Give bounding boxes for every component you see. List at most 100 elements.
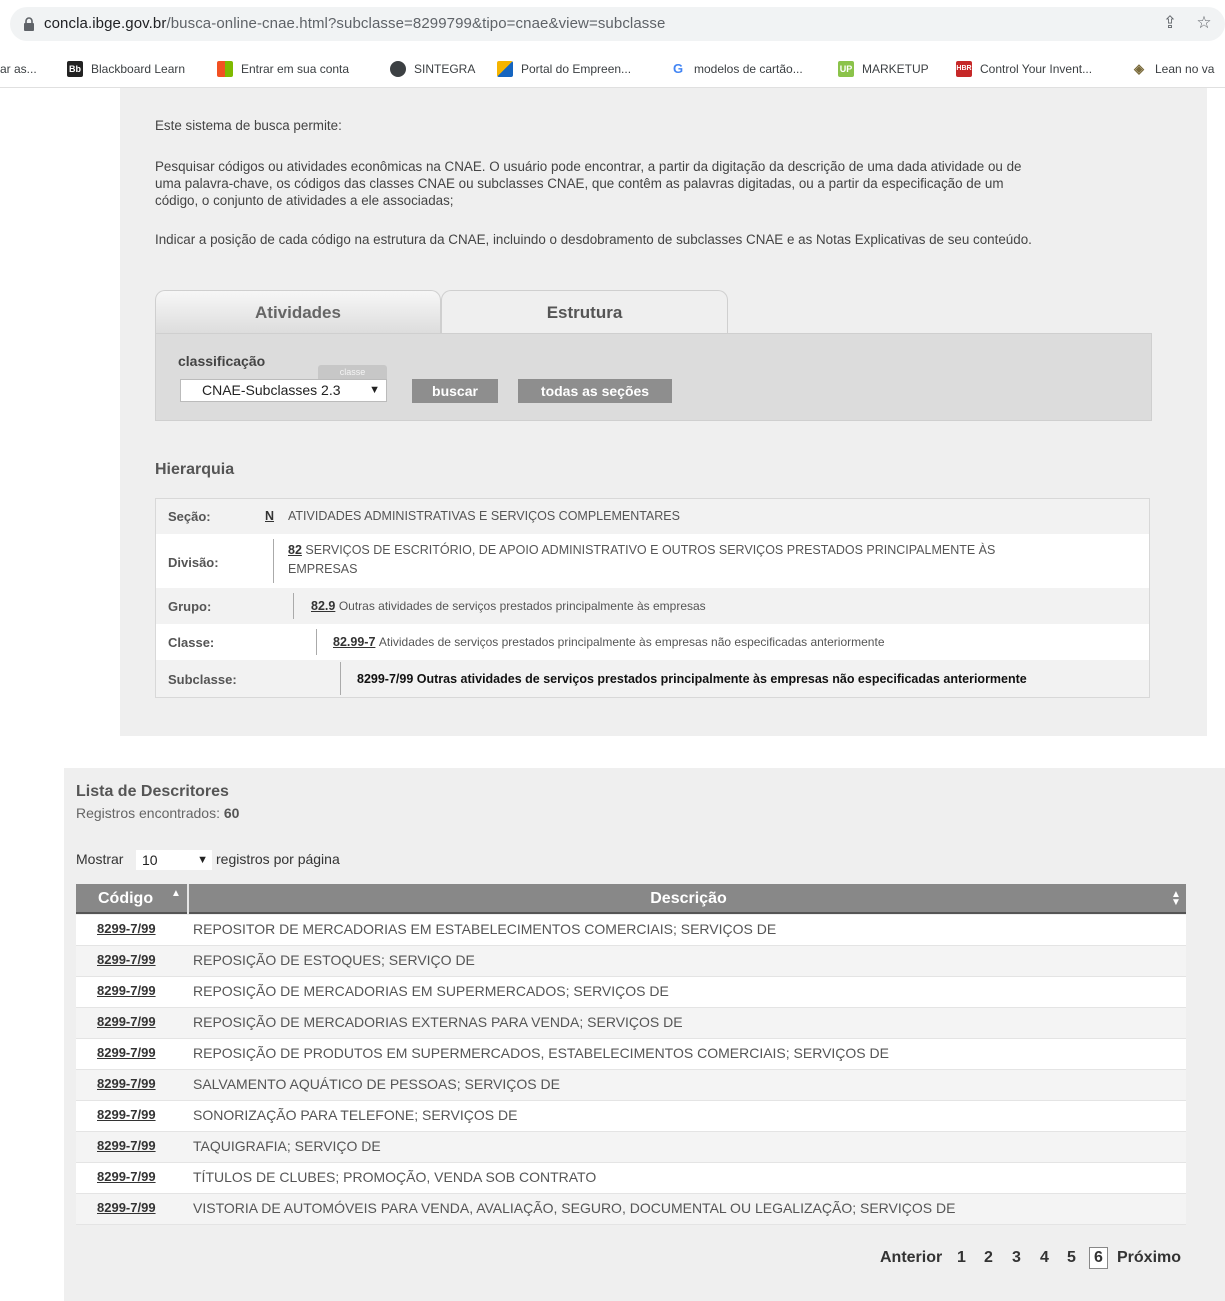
pager-page-4[interactable]: 4 [1040, 1249, 1049, 1267]
code-link[interactable]: 8299-7/99 [97, 952, 156, 967]
subclasse-key: Subclasse: [168, 672, 237, 687]
bookmark-blackboard[interactable]: Bb Blackboard Learn [67, 60, 185, 78]
table-row: 8299-7/99 SONORIZAÇÃO PARA TELEFONE; SERV… [76, 1101, 1186, 1132]
tab-content [155, 333, 1152, 421]
code-link[interactable]: 8299-7/99 [97, 1076, 156, 1091]
tab-estrutura[interactable]: Estrutura [441, 290, 728, 334]
table-row: 8299-7/99 SALVAMENTO AQUÁTICO DE PESSOAS;… [76, 1070, 1186, 1101]
bookmark-portal[interactable]: Portal do Empreen... [497, 60, 631, 78]
classificacao-select[interactable]: CNAE-Subclasses 2.3 ▼ [180, 379, 387, 402]
grupo-text: Outras atividades de serviços prestados … [338, 599, 706, 613]
row-description: TÍTULOS DE CLUBES; PROMOÇÃO, VENDA SOB C… [193, 1169, 597, 1185]
bookmark-ar-as[interactable]: ar as... [0, 60, 37, 78]
intro-paragraph-line: uma palavra-chave, os códigos das classe… [155, 176, 1004, 191]
code-link[interactable]: 8299-7/99 [97, 921, 156, 936]
windows-icon [217, 61, 233, 77]
por-pagina-label: registros por página [216, 851, 340, 867]
bookmark-lean[interactable]: ◈ Lean no va [1131, 60, 1214, 78]
tree-line [293, 593, 294, 619]
url-text[interactable]: concla.ibge.gov.br/busca-online-cnae.htm… [44, 15, 665, 32]
tab-atividades[interactable]: Atividades [155, 290, 441, 334]
row-description: REPOSIÇÃO DE MERCADORIAS EXTERNAS PARA V… [193, 1014, 683, 1030]
row-description: REPOSIÇÃO DE MERCADORIAS EM SUPERMERCADO… [193, 983, 669, 999]
hierarquia-title: Hierarquia [155, 461, 235, 478]
bookmark-control[interactable]: HBR Control Your Invent... [956, 60, 1092, 78]
hierarchy-row-subclasse: Subclasse: 8299-7/99 Outras atividades d… [156, 660, 1149, 697]
column-header-descricao[interactable]: Descrição [191, 884, 1186, 914]
per-page-select[interactable]: 10 ▼ [136, 850, 212, 870]
code-link[interactable]: 8299-7/99 [97, 1014, 156, 1029]
code-link[interactable]: 8299-7/99 [97, 1138, 156, 1153]
table-header: Código ▲ Descrição ▲ ▼ [76, 884, 1186, 914]
grupo-key: Grupo: [168, 599, 212, 614]
row-description: TAQUIGRAFIA; SERVIÇO DE [193, 1138, 381, 1154]
todas-secoes-button[interactable]: todas as seções [518, 379, 672, 403]
pager-page-1[interactable]: 1 [957, 1249, 966, 1267]
hierarchy-row-classe: Classe: 82.99-7 Atividades de serviços p… [156, 624, 1149, 660]
pager-page-2[interactable]: 2 [984, 1249, 993, 1267]
tree-line [340, 662, 341, 695]
divisao-link[interactable]: 82 [288, 543, 302, 557]
chevron-down-icon: ▼ [369, 384, 380, 396]
bookmark-sintegra[interactable]: SINTEGRA [390, 60, 475, 78]
table-row: 8299-7/99 VISTORIA DE AUTOMÓVEIS PARA VEN… [76, 1194, 1186, 1225]
table-row: 8299-7/99 TÍTULOS DE CLUBES; PROMOÇÃO, VE… [76, 1163, 1186, 1194]
pager-anterior[interactable]: Anterior [880, 1249, 942, 1267]
tree-line [316, 629, 317, 655]
row-description: VISTORIA DE AUTOMÓVEIS PARA VENDA, AVALI… [193, 1200, 956, 1216]
hierarchy-row-secao: Seção: N ATIVIDADES ADMINISTRATIVAS E SE… [156, 499, 1149, 534]
code-link[interactable]: 8299-7/99 [97, 1169, 156, 1184]
lock-icon[interactable] [23, 17, 35, 31]
code-link[interactable]: 8299-7/99 [97, 983, 156, 998]
grupo-link[interactable]: 82.9 [311, 599, 335, 613]
divisao-text: SERVIÇOS DE ESCRITÓRIO, DE APOIO ADMINIS… [305, 543, 996, 557]
hierarchy-row-grupo: Grupo: 82.9 Outras atividades de serviço… [156, 588, 1149, 624]
globe-icon [390, 61, 406, 77]
star-icon[interactable]: ☆ [1195, 14, 1213, 32]
classe-tag[interactable]: classe [318, 365, 387, 379]
pager-proximo[interactable]: Próximo [1117, 1249, 1181, 1267]
table-row: 8299-7/99 REPOSITOR DE MERCADORIAS EM EST… [76, 915, 1186, 946]
classe-key: Classe: [168, 635, 215, 650]
intro-paragraph-line: Pesquisar códigos ou atividades econômic… [155, 159, 1022, 174]
address-bar: concla.ibge.gov.br/busca-online-cnae.htm… [0, 0, 1225, 48]
bookmark-modelos[interactable]: Gmodelos de cartão... [670, 60, 803, 78]
hierarchy-table: Seção: N ATIVIDADES ADMINISTRATIVAS E SE… [155, 498, 1150, 698]
row-description: REPOSIÇÃO DE PRODUTOS EM SUPERMERCADOS, … [193, 1045, 889, 1061]
code-link[interactable]: 8299-7/99 [97, 1045, 156, 1060]
sort-both-icon[interactable]: ▼ [1171, 898, 1181, 908]
descriptors-table: 8299-7/99 REPOSITOR DE MERCADORIAS EM EST… [76, 915, 1186, 1225]
lean-icon: ◈ [1131, 61, 1147, 77]
table-row: 8299-7/99 REPOSIÇÃO DE PRODUTOS EM SUPERM… [76, 1039, 1186, 1070]
hierarchy-row-divisao: Divisão: 82 SERVIÇOS DE ESCRITÓRIO, DE A… [156, 534, 1149, 588]
table-row: 8299-7/99 REPOSIÇÃO DE ESTOQUES; SERVIÇO … [76, 946, 1186, 977]
lista-title: Lista de Descritores [76, 783, 229, 800]
intro-paragraph-2: Indicar a posição de cada código na estr… [155, 232, 1032, 247]
blackboard-icon: Bb [67, 61, 83, 77]
intro-heading: Este sistema de busca permite: [155, 118, 342, 133]
secao-key: Seção: [168, 509, 211, 524]
google-icon: G [670, 61, 686, 77]
registros-info: Registros encontrados: 60 [76, 805, 240, 821]
row-description: REPOSIÇÃO DE ESTOQUES; SERVIÇO DE [193, 952, 475, 968]
sort-asc-icon[interactable]: ▲ [171, 889, 181, 899]
hbr-icon: HBR [956, 61, 972, 77]
classe-link[interactable]: 82.99-7 [333, 635, 375, 649]
bookmark-marketup[interactable]: UP MARKETUP [838, 60, 929, 78]
pager-page-3[interactable]: 3 [1012, 1249, 1021, 1267]
bookmarks-bar: ar as... Bb Blackboard Learn Entrar em su… [0, 48, 1225, 88]
secao-link[interactable]: N [265, 509, 274, 523]
classe-text: Atividades de serviços prestados princip… [378, 635, 885, 649]
code-link[interactable]: 8299-7/99 [97, 1107, 156, 1122]
code-link[interactable]: 8299-7/99 [97, 1200, 156, 1215]
divisao-text-cont: EMPRESAS [288, 562, 358, 576]
secao-text: ATIVIDADES ADMINISTRATIVAS E SERVIÇOS CO… [288, 509, 680, 523]
table-row: 8299-7/99 REPOSIÇÃO DE MERCADORIAS EM SUP… [76, 977, 1186, 1008]
table-row: 8299-7/99 REPOSIÇÃO DE MERCADORIAS EXTERN… [76, 1008, 1186, 1039]
bookmark-entrar[interactable]: Entrar em sua conta [217, 60, 349, 78]
share-icon[interactable]: ⇪ [1161, 14, 1179, 32]
buscar-button[interactable]: buscar [412, 379, 498, 403]
row-description: REPOSITOR DE MERCADORIAS EM ESTABELECIME… [193, 921, 777, 937]
pager-page-5[interactable]: 5 [1067, 1249, 1076, 1267]
registros-count: 60 [223, 805, 240, 821]
